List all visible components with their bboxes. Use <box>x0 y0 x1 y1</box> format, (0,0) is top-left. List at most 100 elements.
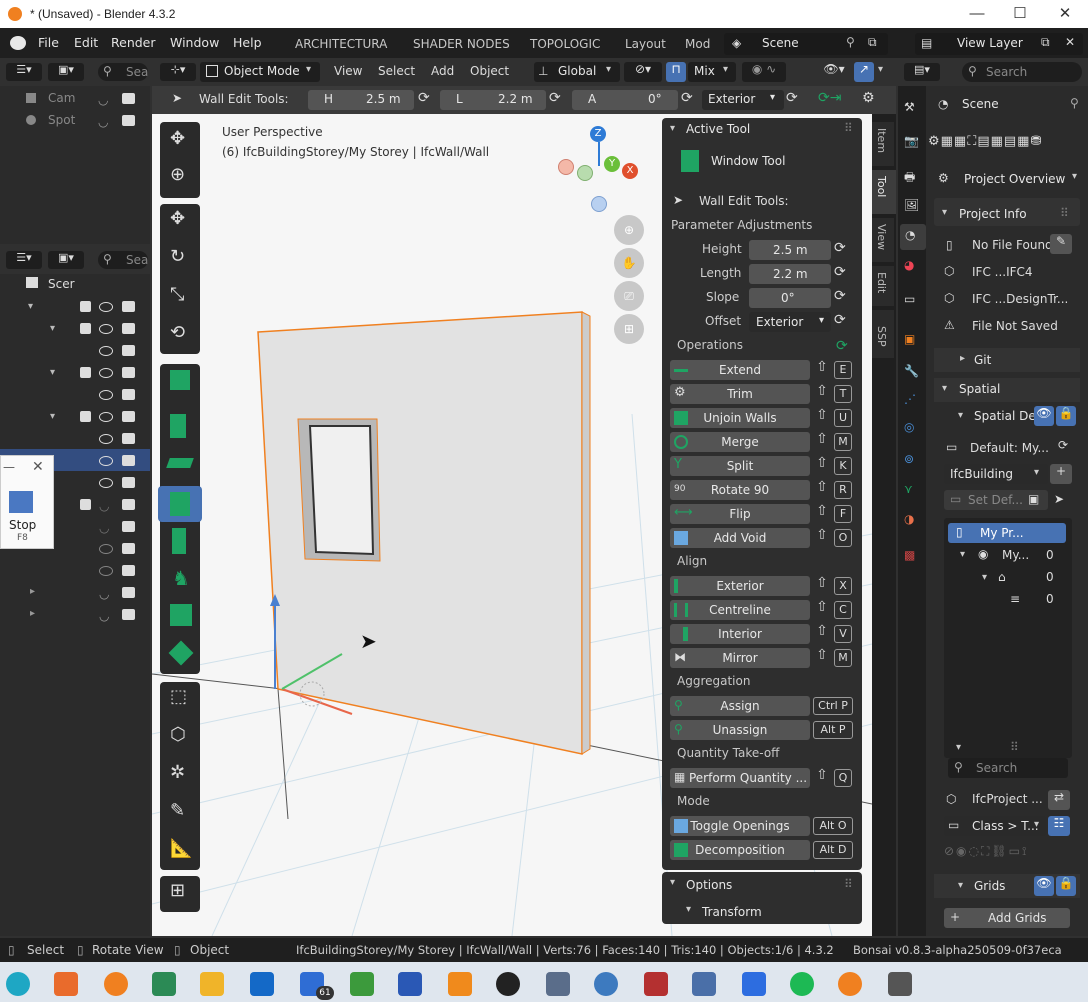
drag-handle-icon[interactable]: ⠿ <box>844 121 853 135</box>
slope-input[interactable]: 0° <box>749 288 831 308</box>
furniture-tool-icon[interactable]: ♞ <box>172 566 190 590</box>
checkbox-icon[interactable] <box>80 323 91 334</box>
rotate-90-button[interactable]: 90 Rotate 90 <box>670 480 810 500</box>
expand-icon[interactable]: ▾ <box>28 301 33 312</box>
hide-toggle-icon[interactable]: ◡ <box>98 93 108 107</box>
hide-toggle-icon[interactable]: ◡ <box>99 499 109 513</box>
flip-button[interactable]: ⟷ Flip <box>670 504 810 524</box>
add-plus-icon[interactable]: + <box>1050 464 1072 484</box>
gizmo-neg-x[interactable] <box>558 159 574 175</box>
camera-toggle-icon[interactable] <box>122 389 135 400</box>
mirror-button[interactable]: ⧓ Mirror <box>670 648 810 668</box>
visibility-icon[interactable]: 👁▾ <box>816 62 852 82</box>
eye-icon[interactable] <box>99 390 113 400</box>
git-header[interactable]: Git <box>974 353 991 367</box>
refresh-icon[interactable]: ⟳ <box>418 90 430 106</box>
select-icon[interactable]: ▣ <box>1028 492 1039 506</box>
texture-tab-icon[interactable]: ▩ <box>904 548 915 562</box>
menu-help[interactable]: Help <box>233 35 262 50</box>
eye-icon[interactable] <box>99 478 113 488</box>
camera-toggle-icon[interactable] <box>122 587 135 598</box>
camera-view-icon[interactable]: ⎚ <box>614 281 644 311</box>
chevron-down-icon[interactable]: ▾ <box>960 549 965 560</box>
decomposition-button[interactable]: Decomposition <box>670 840 810 860</box>
chevron-down-icon[interactable]: ▾ <box>878 64 883 75</box>
search-app-icon[interactable] <box>594 972 618 996</box>
split-button[interactable]: Y Split <box>670 456 810 476</box>
assign-button[interactable]: ⚲ Assign <box>670 696 810 716</box>
pivot-point-icon[interactable]: ⊘▾ <box>624 62 662 82</box>
outliner-search-input[interactable]: ⚲ Sea <box>98 251 148 269</box>
collapse-icon[interactable]: ▸ <box>30 608 35 619</box>
checkbox-icon[interactable] <box>80 367 91 378</box>
eye-icon[interactable] <box>99 434 113 444</box>
angle-field[interactable]: A 0° <box>572 90 678 110</box>
refresh-icon[interactable]: ⟳ <box>834 264 846 280</box>
link-icon[interactable]: ⇄ <box>1048 790 1070 810</box>
mode-dropdown[interactable]: Object Mode ▾ <box>200 62 320 82</box>
outlook-icon[interactable] <box>250 972 274 996</box>
gizmo-toggle-icon[interactable]: ↗ <box>854 62 874 82</box>
camera-toggle-icon[interactable] <box>122 323 135 334</box>
proportional-edit-icon[interactable]: ◉ ∿ <box>742 62 786 82</box>
chevron-down-icon[interactable]: ▾ <box>686 904 691 915</box>
hide-toggle-icon[interactable]: ◡ <box>98 115 108 129</box>
refresh-icon[interactable]: ⟳ <box>834 312 846 328</box>
render-toggle-icon[interactable] <box>122 115 135 126</box>
tab-shader-nodes[interactable]: SHADER NODES <box>413 37 510 51</box>
tab-tool[interactable]: Tool <box>872 170 896 214</box>
refresh-icon[interactable]: ⟳ <box>834 240 846 256</box>
world-tab-icon[interactable]: ◕ <box>904 258 914 272</box>
pin-icon[interactable]: ⚲ <box>1070 96 1079 110</box>
tab-architectura[interactable]: ARCHITECTURA <box>295 37 387 51</box>
op-icons[interactable]: ⟳⇥ <box>818 90 841 106</box>
toggle-openings-button[interactable]: Toggle Openings <box>670 816 810 836</box>
drag-handle-icon[interactable]: ⠿ <box>1010 740 1019 754</box>
menu-object[interactable]: Object <box>470 64 509 78</box>
tab-modeling[interactable]: Mod <box>685 37 710 51</box>
camera-toggle-icon[interactable] <box>122 521 135 532</box>
chevron-down-icon[interactable]: ▾ <box>942 383 947 394</box>
green-refresh-icon[interactable]: ⟳ <box>836 338 848 354</box>
move-icon[interactable]: ✥ <box>170 208 185 229</box>
close-button[interactable]: ✕ <box>1055 4 1075 24</box>
lock-icon[interactable]: 🔒 <box>1056 876 1076 896</box>
eye-icon[interactable] <box>99 566 113 576</box>
editor-type-icon[interactable]: ☰▾ <box>6 63 42 81</box>
window-tool-icon[interactable] <box>170 492 190 516</box>
menu-select[interactable]: Select <box>378 64 415 78</box>
project-overview-dropdown[interactable]: ⚙ Project Overview ▾ <box>936 168 1084 190</box>
chevron-right-icon[interactable]: ▸ <box>960 353 965 364</box>
copilot-icon[interactable] <box>54 972 78 996</box>
eye-icon[interactable] <box>99 456 113 466</box>
ifc-class-dropdown[interactable]: IfcBuilding ▾ <box>944 464 1048 484</box>
spotify-icon[interactable] <box>790 972 814 996</box>
drag-handle-icon[interactable]: ⠿ <box>844 877 853 891</box>
move-cursor-icon[interactable]: ✥ <box>170 128 185 149</box>
camera-toggle-icon[interactable] <box>122 433 135 444</box>
options-header[interactable]: Options <box>686 878 732 892</box>
grids-header[interactable]: Grids <box>974 879 1005 893</box>
object-tab-icon[interactable]: ▣ <box>904 332 915 346</box>
transform-header[interactable]: Transform <box>702 905 762 919</box>
git-subpanel[interactable] <box>934 348 1080 372</box>
material-tab-icon[interactable]: ◑ <box>904 512 914 526</box>
scene-tab-icon[interactable]: ◔ <box>905 228 915 242</box>
remove-view-layer-icon[interactable]: ✕ <box>1065 35 1075 49</box>
modifier-tab-icon[interactable]: 🔧 <box>904 364 919 378</box>
trim-button[interactable]: ⚙ Trim <box>670 384 810 404</box>
eye-icon[interactable]: 👁 <box>1034 876 1054 896</box>
tab-edit[interactable]: Edit <box>872 266 894 306</box>
perform-quantity-button[interactable]: ▦ Perform Quantity ... <box>670 768 810 788</box>
expand-icon[interactable]: ▾ <box>50 367 55 378</box>
stop-icon[interactable] <box>9 491 33 513</box>
hide-toggle-icon[interactable]: ◡ <box>99 587 109 601</box>
ortho-grid-icon[interactable]: ⊞ <box>614 314 644 344</box>
zoom-icon[interactable]: ⊕ <box>614 215 644 245</box>
particles-tab-icon[interactable]: ⋰ <box>904 392 916 406</box>
tool-tab-icon[interactable]: ⚒ <box>904 100 915 114</box>
height-field[interactable]: H 2.5 m <box>308 90 414 110</box>
screen-recorder-icon[interactable] <box>888 972 912 996</box>
tab-view[interactable]: View <box>872 218 894 262</box>
extend-button[interactable]: Extend <box>670 360 810 380</box>
